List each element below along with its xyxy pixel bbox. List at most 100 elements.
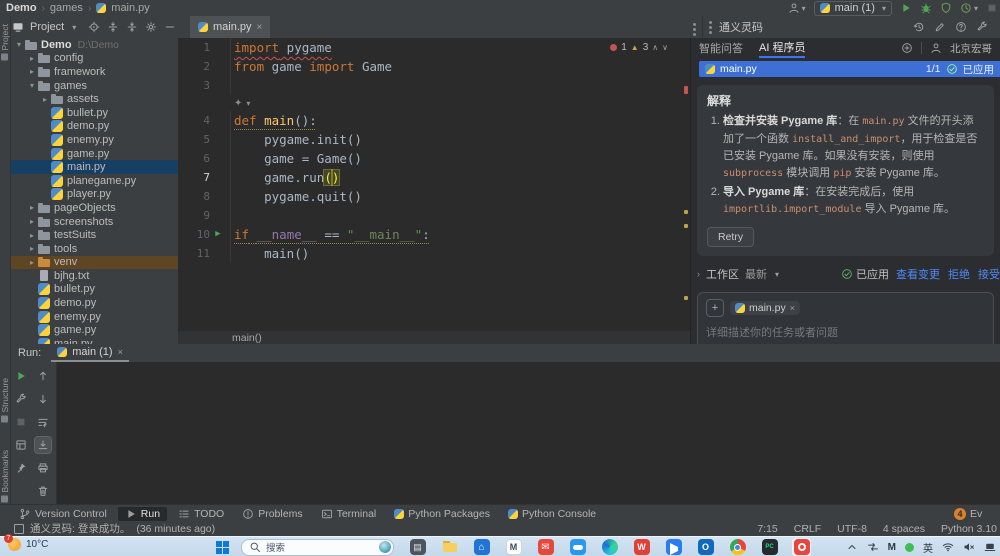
tree-item-enemy-py[interactable]: enemy.py: [10, 133, 178, 147]
tree-item-player-py[interactable]: player.py: [10, 188, 178, 202]
windows-start-button[interactable]: [216, 541, 229, 554]
stop-button[interactable]: [13, 414, 29, 430]
code-line-7[interactable]: 7 game.run(): [178, 168, 690, 187]
project-stripe-button[interactable]: Project: [0, 24, 10, 60]
chevron-right-icon[interactable]: ›: [697, 269, 700, 279]
ime-indicator[interactable]: 英: [923, 540, 933, 555]
run-settings-button[interactable]: [13, 391, 29, 407]
user-menu-button[interactable]: ▾: [788, 2, 806, 14]
stop-button[interactable]: [986, 2, 998, 14]
hide-panel-button[interactable]: [164, 21, 176, 33]
history-button[interactable]: [913, 21, 925, 33]
status-widget[interactable]: 4 spaces: [883, 523, 925, 535]
problems-toolwindow[interactable]: Problems: [235, 507, 309, 521]
bookmarks-stripe-button[interactable]: Bookmarks: [0, 450, 10, 503]
status-widget[interactable]: UTF-8: [837, 523, 867, 535]
event-log-badge[interactable]: 4: [954, 508, 966, 520]
tree-item-framework[interactable]: ▸framework: [10, 65, 178, 79]
editor-tab-main-py[interactable]: main.py ×: [190, 16, 270, 38]
status-message[interactable]: 通义灵码: 登录成功。: [30, 521, 130, 536]
expand-all-button[interactable]: [107, 21, 119, 33]
tree-item-testSuits[interactable]: ▸testSuits: [10, 228, 178, 242]
pin-tab-button[interactable]: [13, 460, 29, 476]
tree-item-main-py[interactable]: main.py: [10, 337, 178, 344]
terminal-toolwindow[interactable]: Terminal: [314, 507, 384, 521]
breadcrumb-file[interactable]: main.py: [111, 2, 150, 14]
inspection-widget[interactable]: 1 ▲ 3 ∧ ∨: [610, 42, 668, 53]
workspace-link[interactable]: 接受: [978, 266, 1000, 282]
code-line-11[interactable]: 11 main(): [178, 244, 690, 263]
run-configuration-select[interactable]: main (1) ▾: [814, 1, 892, 16]
tree-item-demo-py[interactable]: demo.py: [10, 296, 178, 310]
python-console-toolwindow[interactable]: Python Console: [501, 507, 603, 521]
scroll-to-end-button[interactable]: [35, 437, 51, 453]
soft-wrap-button[interactable]: [35, 414, 51, 430]
warning-stripe-mark[interactable]: [684, 224, 688, 228]
editor-options-kebab-icon[interactable]: [693, 23, 696, 36]
warning-stripe-mark[interactable]: [684, 210, 688, 214]
workspace-link[interactable]: 查看变更: [896, 266, 940, 282]
code-editor[interactable]: 1import pygame2from game import Game3✦▾4…: [178, 38, 690, 330]
workspace-sort[interactable]: 最新: [745, 266, 767, 282]
coverage-button[interactable]: [940, 2, 952, 14]
tree-item-demo-py[interactable]: demo.py: [10, 120, 178, 134]
tree-item-enemy-py[interactable]: enemy.py: [10, 310, 178, 324]
tree-chevron-icon[interactable]: ▸: [27, 203, 37, 212]
print-button[interactable]: [35, 460, 51, 476]
code-line-5[interactable]: 5 pygame.init(): [178, 130, 690, 149]
run-line-icon[interactable]: ▶: [210, 225, 226, 244]
breadcrumb-project[interactable]: Demo: [6, 2, 37, 14]
widgets-app-icon[interactable]: [408, 538, 427, 556]
code-line-8[interactable]: 8 pygame.quit(): [178, 187, 690, 206]
file-explorer-icon[interactable]: [440, 538, 459, 556]
tree-chevron-icon[interactable]: ▸: [27, 67, 37, 76]
m-tray-icon[interactable]: M: [888, 542, 896, 553]
code-line-4[interactable]: 4def main():: [178, 111, 690, 130]
code-line-6[interactable]: 6 game = Game(): [178, 149, 690, 168]
profiler-button[interactable]: ▾: [960, 2, 978, 14]
tree-item-bullet-py[interactable]: bullet.py: [10, 106, 178, 120]
next-error-icon[interactable]: ∨: [662, 43, 668, 52]
tree-chevron-icon[interactable]: ▸: [27, 217, 37, 226]
applied-file-bar[interactable]: main.py 1/1 已应用: [699, 61, 1000, 77]
code-line-9[interactable]: 9: [178, 206, 690, 225]
tree-chevron-icon[interactable]: ▸: [27, 258, 37, 267]
tree-chevron-icon[interactable]: ▸: [40, 95, 50, 104]
close-icon[interactable]: ×: [790, 303, 795, 313]
battery-icon[interactable]: [984, 541, 996, 553]
run-toolwindow[interactable]: Run: [118, 507, 167, 521]
editor-breadcrumb-item[interactable]: main(): [232, 332, 262, 344]
run-console-output[interactable]: [56, 362, 1000, 504]
screen-recorder-icon[interactable]: [792, 538, 811, 556]
wps-office-icon[interactable]: [632, 538, 651, 556]
tree-chevron-icon[interactable]: ▸: [27, 244, 37, 253]
settings-button[interactable]: [976, 21, 988, 33]
wifi-icon[interactable]: [942, 541, 954, 553]
up-stacktrace-button[interactable]: [35, 368, 51, 384]
collapse-all-button[interactable]: [126, 21, 138, 33]
event-log-label[interactable]: Ev: [970, 508, 982, 520]
weather-widget[interactable]: 7 10°C: [8, 538, 48, 551]
username[interactable]: 北京宏哥: [950, 41, 992, 56]
tree-item-game-py[interactable]: game.py: [10, 147, 178, 161]
inline-ai-widget[interactable]: ✦▾: [178, 95, 690, 111]
tree-item-pageObjects[interactable]: ▸pageObjects: [10, 201, 178, 215]
close-icon[interactable]: ×: [118, 347, 123, 357]
user-avatar-icon[interactable]: [930, 42, 942, 54]
edge-browser-icon[interactable]: [600, 538, 619, 556]
todo-toolwindow[interactable]: TODO: [171, 507, 231, 521]
cloud-app-icon[interactable]: [568, 538, 587, 556]
code-line-3[interactable]: 3: [178, 76, 690, 95]
tree-item-bjhg-txt[interactable]: bjhg.txt: [10, 269, 178, 283]
version-control-toolwindow[interactable]: Version Control: [12, 507, 114, 521]
prev-error-icon[interactable]: ∧: [652, 43, 658, 52]
run-tab-main[interactable]: main (1) ×: [51, 344, 129, 362]
new-chat-button[interactable]: [934, 21, 946, 33]
send-app-icon[interactable]: [664, 538, 683, 556]
ai-prompt-input[interactable]: + main.py × 详细描述你的任务或者问题 qwen-2.5 ∨ Ctrl…: [697, 292, 994, 344]
tree-item-main-py[interactable]: main.py: [10, 160, 178, 174]
structure-stripe-button[interactable]: Structure: [0, 378, 10, 423]
debug-button[interactable]: [920, 2, 932, 14]
workspace-label[interactable]: 工作区: [706, 266, 739, 282]
tab-ai-programmer[interactable]: AI 程序员: [759, 38, 805, 58]
